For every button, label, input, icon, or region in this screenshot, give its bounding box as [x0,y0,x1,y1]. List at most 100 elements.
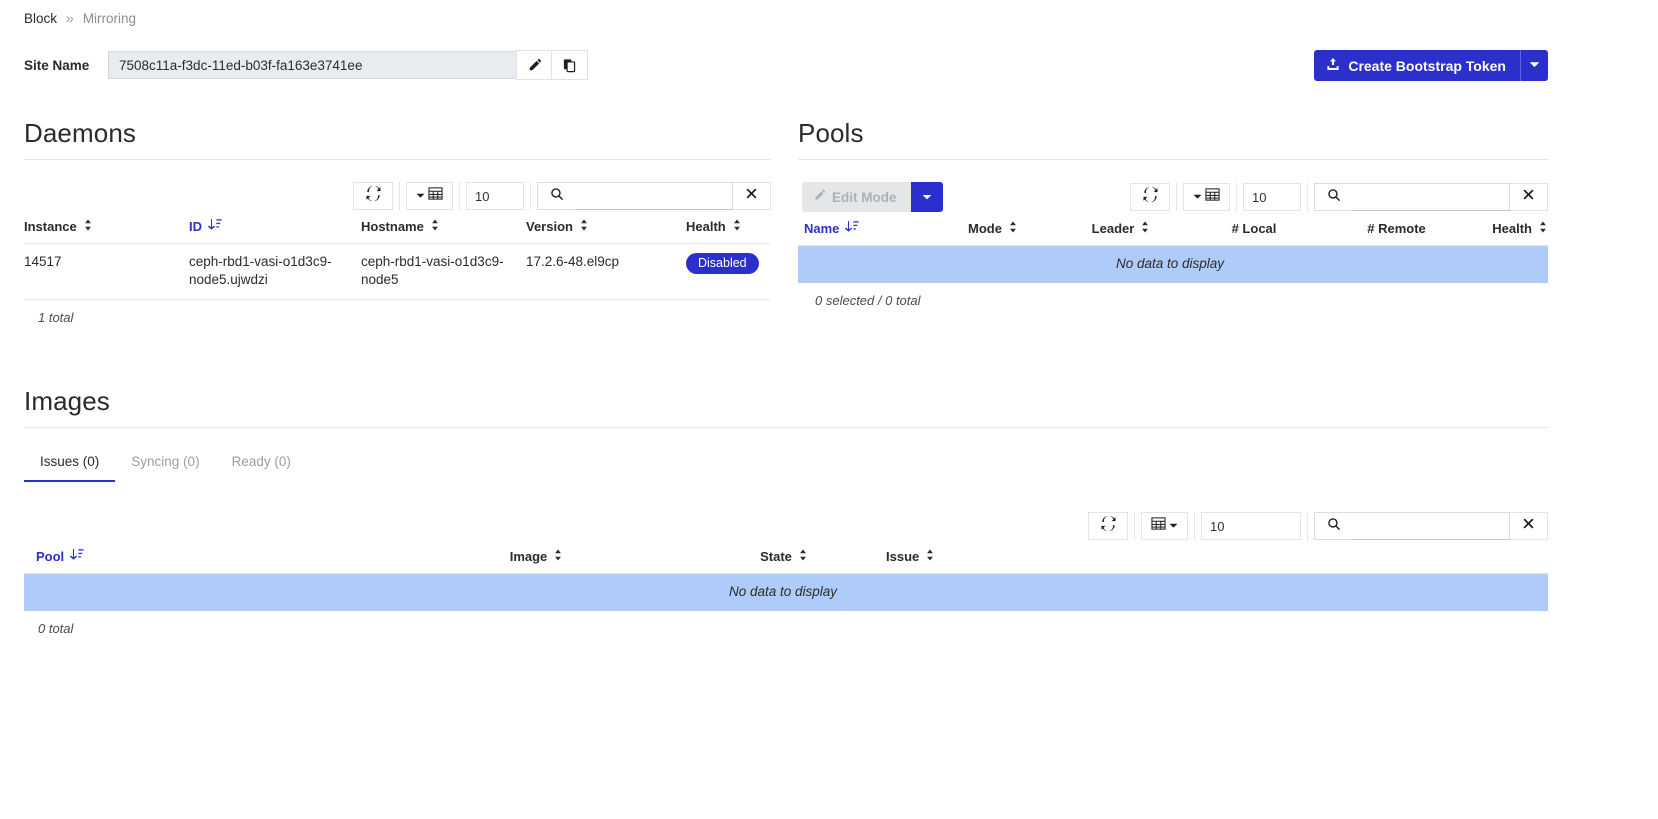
pencil-icon [813,189,826,205]
daemons-clear-search-button[interactable] [733,182,771,210]
tab-ready[interactable]: Ready (0) [216,444,307,482]
daemons-cell-health: Disabled [686,242,771,301]
pools-page-size-input[interactable]: 10 [1243,183,1301,211]
pools-column-remote[interactable]: # Remote [1324,212,1469,246]
daemons-column-health[interactable]: Health [686,210,771,244]
daemons-column-hostname[interactable]: Hostname [361,210,526,244]
pools-refresh-button[interactable] [1130,183,1170,211]
pools-clear-search-button[interactable] [1510,183,1548,211]
daemons-panel: Daemons 10 Instance ID Hostname Version … [24,118,771,325]
column-label: Health [686,219,726,234]
pools-column-mode[interactable]: Mode [928,212,1058,246]
tab-syncing[interactable]: Syncing (0) [115,444,215,482]
sort-icon [430,219,440,234]
images-page-size-input[interactable]: 10 [1201,512,1301,540]
images-column-state[interactable]: State [704,540,864,574]
images-toolbar: 10 [24,482,1548,540]
breadcrumb-root[interactable]: Block [24,11,57,26]
sort-descending-icon [845,220,860,236]
sort-icon [798,549,808,564]
column-label: Issue [886,549,920,564]
daemons-toolbar: 10 [24,160,771,210]
copy-site-name-button[interactable] [552,50,588,80]
table-columns-icon [428,186,443,206]
images-empty-message: No data to display [24,573,1548,612]
daemons-title: Daemons [24,118,771,160]
toolbar-divider [399,182,400,210]
pools-edit-mode-button[interactable]: Edit Mode [802,182,911,212]
pools-edit-mode-caret[interactable] [910,182,943,212]
column-label: Health [1492,221,1532,236]
pools-table: Name Mode Leader # Local # Remote Health… [798,212,1548,284]
refresh-icon [1100,515,1116,536]
sort-icon [579,219,589,234]
close-icon [745,187,758,205]
edit-site-name-button[interactable] [516,50,552,80]
images-panel: Images Issues (0) Syncing (0) Ready (0) [24,386,1548,636]
pools-search-input[interactable] [1352,183,1510,211]
chevron-down-icon [1169,517,1178,535]
pools-toolbar: Edit Mode 10 [798,160,1548,212]
toolbar-divider [530,182,531,210]
daemons-header-row: Instance ID Hostname Version Health [24,210,771,244]
pools-column-leader[interactable]: Leader [1058,212,1184,246]
tab-issues[interactable]: Issues (0) [24,444,116,482]
sort-icon [1140,221,1150,236]
images-title: Images [24,386,1548,428]
sort-icon [83,219,93,234]
toolbar-divider [1194,512,1195,540]
refresh-icon [1142,186,1158,207]
create-bootstrap-token-button[interactable]: Create Bootstrap Token [1314,50,1520,81]
pools-header-row: Name Mode Leader # Local # Remote Health [798,212,1548,246]
images-clear-search-button[interactable] [1510,512,1548,540]
pools-empty-message: No data to display [798,245,1548,284]
images-columns-button[interactable] [1141,512,1188,540]
images-search-input[interactable] [1352,512,1510,540]
daemons-table-footer: 1 total [38,310,74,326]
create-bootstrap-token-caret[interactable] [1520,50,1548,81]
column-label: Name [804,220,840,236]
sort-icon [732,219,742,234]
daemons-search-icon-box [537,182,575,210]
column-label: Mode [968,221,1002,236]
pools-table-footer: 0 selected / 0 total [815,293,921,309]
daemons-table: Instance ID Hostname Version Health 1451… [24,210,771,301]
sort-icon [925,549,935,564]
chevron-down-icon [416,187,425,205]
sort-icon [1538,221,1548,236]
daemons-refresh-button[interactable] [353,182,393,210]
breadcrumb: Block » Mirroring [24,10,136,26]
sort-descending-icon [208,218,222,234]
daemons-column-instance[interactable]: Instance [24,210,189,244]
column-label: Instance [24,219,77,234]
daemons-cell-instance: 14517 [24,242,189,301]
daemons-columns-button[interactable] [406,182,453,210]
column-label: Version [526,219,573,234]
site-name-label: Site Name [24,57,90,73]
column-label: ID [189,218,202,234]
pools-column-health[interactable]: Health [1469,212,1548,246]
images-column-image[interactable]: Image [369,540,704,574]
breadcrumb-current[interactable]: Mirroring [83,11,136,26]
chevron-down-icon [1529,58,1540,73]
daemons-page-size-input[interactable]: 10 [466,182,524,210]
pools-column-name[interactable]: Name [798,212,928,246]
daemons-column-version[interactable]: Version [526,210,686,244]
table-row[interactable]: 14517 ceph-rbd1-vasi-o1d3c9-node5.ujwdzi… [24,242,771,301]
pools-column-local[interactable]: # Local [1184,212,1324,246]
images-column-pool[interactable]: Pool [24,540,369,574]
create-bootstrap-token-group: Create Bootstrap Token [1314,50,1548,81]
chevron-down-icon [922,190,932,205]
pools-panel: Pools Edit Mode 10 Name Mode Leader # Lo… [798,118,1548,308]
toolbar-divider [1236,183,1237,211]
daemons-search-input[interactable] [575,182,733,210]
daemons-cell-hostname: ceph-rbd1-vasi-o1d3c9-node5 [361,242,526,301]
pools-columns-button[interactable] [1183,183,1230,211]
images-refresh-button[interactable] [1088,512,1128,540]
daemons-column-id[interactable]: ID [189,210,361,244]
table-columns-icon [1151,516,1166,536]
images-column-issue[interactable]: Issue [864,540,1548,574]
images-empty-row: No data to display [24,573,1548,612]
close-icon [1522,517,1535,535]
column-label: Image [509,549,548,564]
